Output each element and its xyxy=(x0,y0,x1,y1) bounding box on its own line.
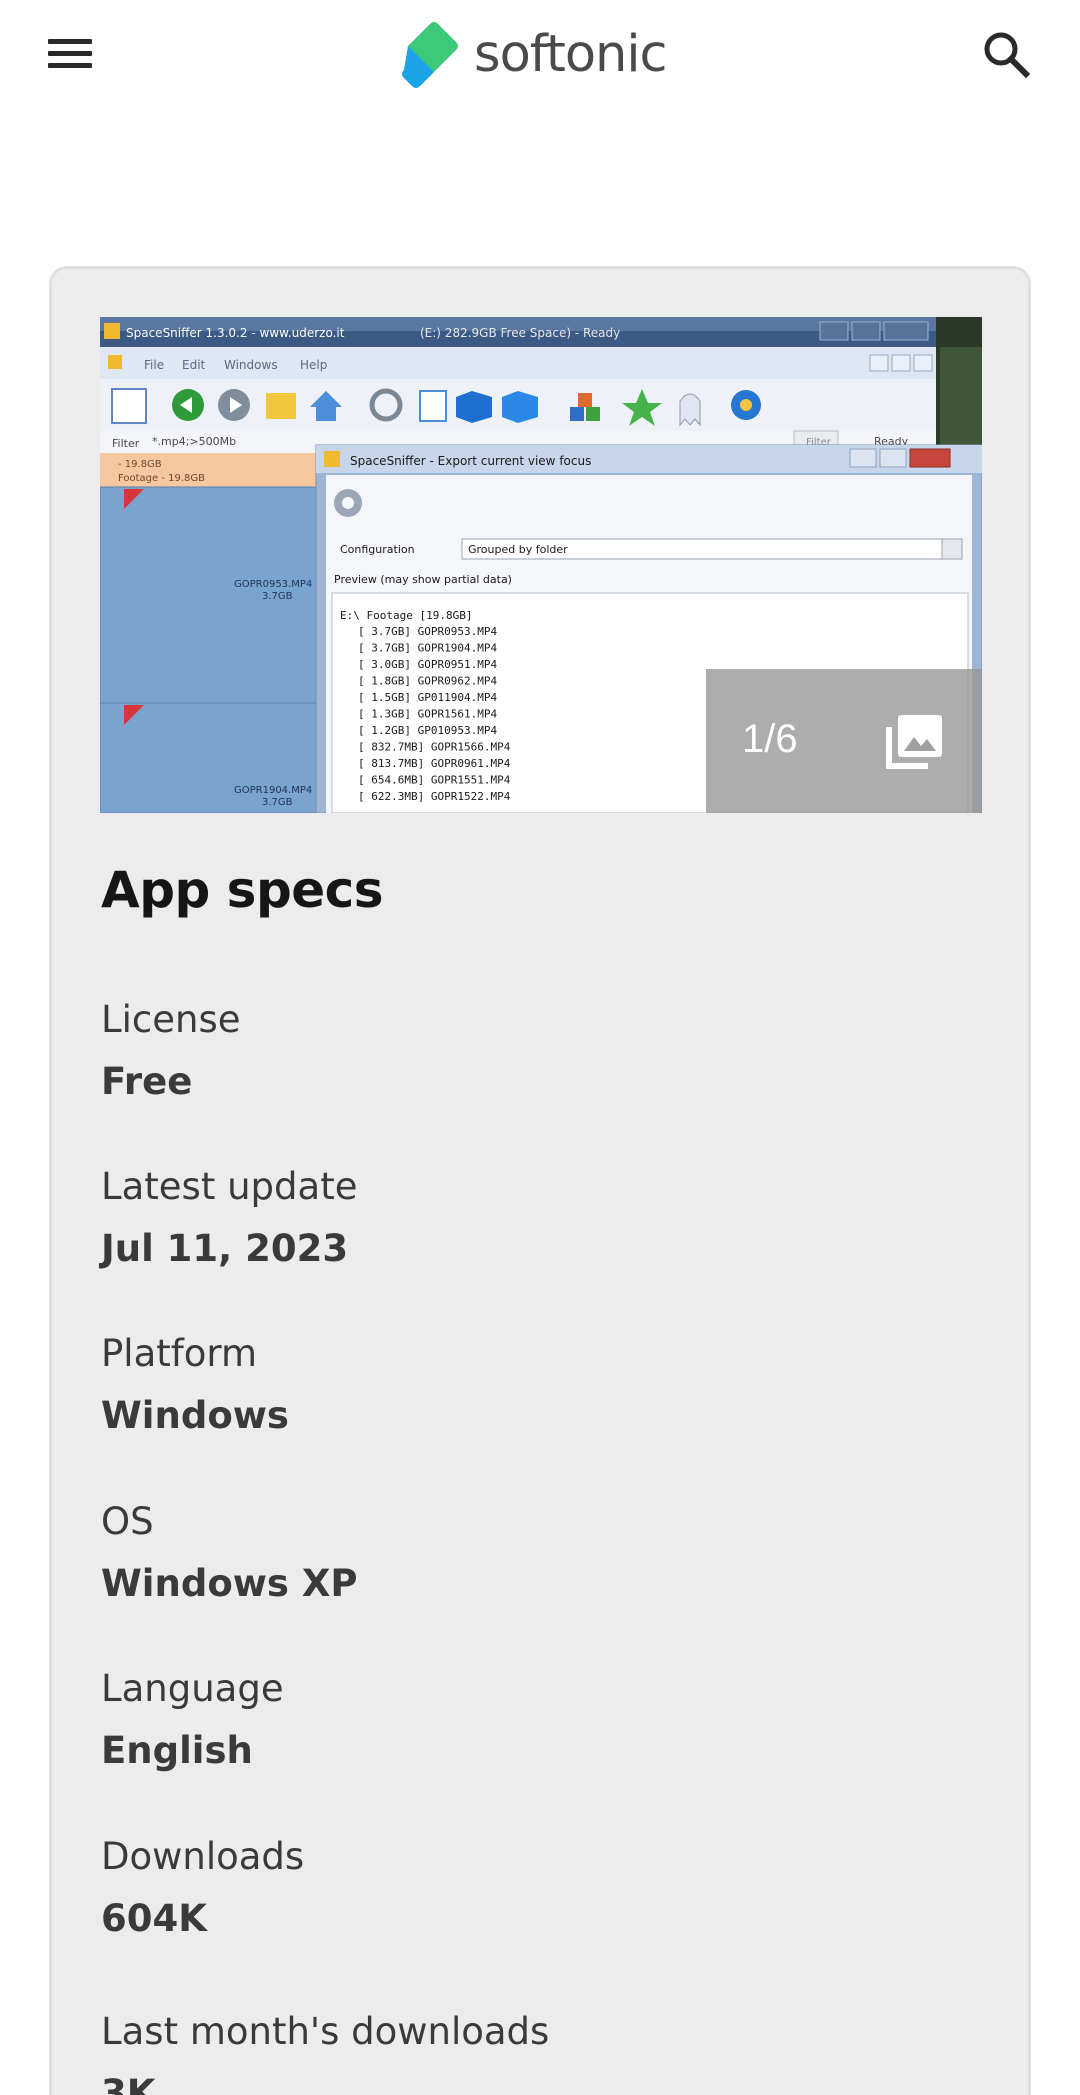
gallery-counter-button[interactable]: 1/6 xyxy=(706,669,982,813)
photo-library-icon xyxy=(886,715,942,769)
dialog-title-text: SpaceSniffer - Export current view focus xyxy=(350,454,591,468)
gallery-counter: 1/6 xyxy=(742,717,798,761)
window-title-text: SpaceSniffer 1.3.0.2 - www.uderzo.it xyxy=(126,326,345,340)
softonic-logo-icon xyxy=(402,22,458,88)
spec-value: Jul 11, 2023 xyxy=(101,1227,349,1270)
menu-windows: Windows xyxy=(224,358,278,372)
tree-header-2: Footage - 19.8GB xyxy=(118,473,205,484)
preview-label: Preview (may show partial data) xyxy=(334,573,512,586)
preview-line: [ 813.7MB] GOPR0961.MP4 xyxy=(358,757,511,770)
menu-bar xyxy=(48,63,92,68)
menu-bar xyxy=(48,39,92,44)
spec-value: 604K xyxy=(101,1897,207,1940)
screenshot-gallery[interactable]: SpaceSniffer 1.3.0.2 - www.uderzo.it (E:… xyxy=(100,317,982,813)
menu-file: File xyxy=(144,358,164,372)
menu-bar xyxy=(48,51,92,56)
tile-2-size: 3.7GB xyxy=(262,797,293,808)
menu-edit: Edit xyxy=(182,358,206,372)
spec-label: OS xyxy=(101,1500,154,1543)
logo-text: softonic xyxy=(474,24,668,84)
spec-label: Language xyxy=(101,1667,284,1710)
preview-line: [ 654.6MB] GOPR1551.MP4 xyxy=(358,774,511,787)
tree-header-1: - 19.8GB xyxy=(118,459,162,470)
spec-label: Latest update xyxy=(101,1165,358,1208)
spec-value: Free xyxy=(101,1060,193,1103)
free-space-text: (E:) 282.9GB Free Space) - Ready xyxy=(420,326,620,340)
top-header: softonic xyxy=(0,0,1080,106)
tile-1-name: GOPR0953.MP4 xyxy=(234,579,312,590)
preview-line: [ 1.8GB] GOPR0962.MP4 xyxy=(358,675,497,688)
menu-help: Help xyxy=(300,358,327,372)
spec-language: Language English xyxy=(101,1664,961,1776)
spec-value: Windows xyxy=(101,1394,289,1437)
tile-2-name: GOPR1904.MP4 xyxy=(234,785,312,796)
spec-value: 3K xyxy=(101,2072,156,2095)
hamburger-menu-button[interactable] xyxy=(44,30,100,78)
search-icon[interactable] xyxy=(978,26,1034,82)
spec-downloads: Downloads 604K xyxy=(101,1832,961,1944)
preview-line: [ 832.7MB] GOPR1566.MP4 xyxy=(358,741,511,754)
spec-last-month-downloads: Last month's downloads 3K xyxy=(101,2007,961,2095)
preview-line: [ 622.3MB] GOPR1522.MP4 xyxy=(358,790,511,803)
preview-line: [ 1.3GB] GOPR1561.MP4 xyxy=(358,708,497,721)
softonic-logo[interactable]: softonic xyxy=(400,16,668,92)
preview-lines: [ 3.7GB] GOPR0953.MP4 [ 3.7GB] GOPR1904.M… xyxy=(358,625,511,803)
spec-latest-update: Latest update Jul 11, 2023 xyxy=(101,1162,961,1274)
specs-title: App specs xyxy=(101,861,384,919)
preview-line: [ 3.7GB] GOPR0953.MP4 xyxy=(358,625,497,638)
spec-platform: Platform Windows xyxy=(101,1329,961,1441)
app-specs-card: SpaceSniffer 1.3.0.2 - www.uderzo.it (E:… xyxy=(49,266,1031,2095)
spec-label: License xyxy=(101,998,241,1041)
config-label: Configuration xyxy=(340,543,415,556)
spec-os: OS Windows XP xyxy=(101,1497,961,1609)
preview-folder-line: E:\ Footage [19.8GB] xyxy=(340,609,472,622)
preview-line: [ 1.5GB] GP011904.MP4 xyxy=(358,691,497,704)
spec-value: Windows XP xyxy=(101,1562,358,1605)
tile-1-size: 3.7GB xyxy=(262,591,293,602)
filter-value: *.mp4;>500Mb xyxy=(152,435,236,448)
preview-line: [ 1.2GB] GP010953.MP4 xyxy=(358,724,497,737)
config-value: Grouped by folder xyxy=(468,543,568,556)
filter-label: Filter xyxy=(112,437,140,450)
spec-value: English xyxy=(101,1729,253,1772)
preview-line: [ 3.7GB] GOPR1904.MP4 xyxy=(358,642,497,655)
spec-label: Downloads xyxy=(101,1835,305,1878)
preview-line: [ 3.0GB] GOPR0951.MP4 xyxy=(358,658,497,671)
spec-label: Last month's downloads xyxy=(101,2010,550,2053)
spec-label: Platform xyxy=(101,1332,258,1375)
spec-license: License Free xyxy=(101,995,961,1107)
